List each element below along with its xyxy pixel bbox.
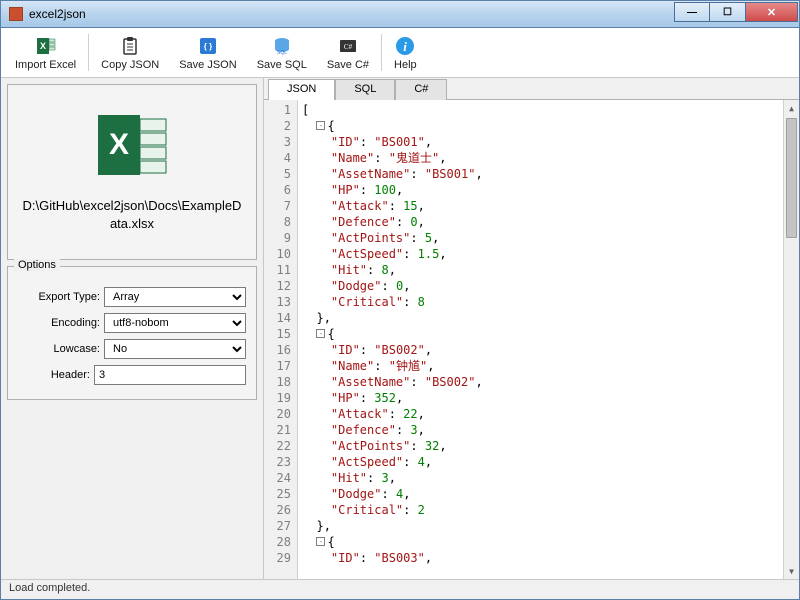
excel-large-icon: X bbox=[92, 109, 172, 181]
svg-text:X: X bbox=[40, 41, 46, 51]
sql-icon: SQL bbox=[271, 35, 293, 57]
code-editor[interactable]: 1234567891011121314151617181920212223242… bbox=[264, 100, 799, 579]
status-text: Load completed. bbox=[9, 582, 90, 594]
titlebar: excel2json — ☐ ✕ bbox=[0, 0, 800, 28]
lowcase-label: Lowcase: bbox=[18, 343, 104, 355]
fold-toggle-icon[interactable]: - bbox=[316, 537, 325, 546]
scrollbar[interactable]: ▲ ▼ bbox=[783, 100, 799, 579]
maximize-button[interactable]: ☐ bbox=[710, 2, 746, 22]
json-icon: { } bbox=[197, 35, 219, 57]
import-excel-label: Import Excel bbox=[15, 59, 76, 71]
encoding-label: Encoding: bbox=[18, 317, 104, 329]
file-path: D:\GitHub\excel2json\Docs\ExampleData.xl… bbox=[14, 197, 250, 233]
status-bar: Load completed. bbox=[1, 579, 799, 599]
header-input[interactable] bbox=[94, 365, 246, 385]
export-type-select[interactable]: Array bbox=[104, 287, 246, 307]
copy-json-label: Copy JSON bbox=[101, 59, 159, 71]
help-button[interactable]: i Help bbox=[384, 30, 427, 75]
copy-json-button[interactable]: Copy JSON bbox=[91, 30, 169, 75]
options-group: Options Export Type: Array Encoding: utf… bbox=[7, 266, 257, 400]
scroll-down-icon[interactable]: ▼ bbox=[784, 563, 799, 579]
close-button[interactable]: ✕ bbox=[746, 2, 798, 22]
tab-sql[interactable]: SQL bbox=[335, 79, 395, 100]
tabs: JSON SQL C# bbox=[264, 78, 799, 100]
fold-toggle-icon[interactable]: - bbox=[316, 121, 325, 130]
csharp-icon: C# bbox=[337, 35, 359, 57]
svg-text:X: X bbox=[109, 128, 129, 161]
lowcase-select[interactable]: No bbox=[104, 339, 246, 359]
svg-text:C#: C# bbox=[344, 43, 353, 51]
help-label: Help bbox=[394, 59, 417, 71]
tab-json[interactable]: JSON bbox=[268, 79, 335, 100]
right-panel: JSON SQL C# 1234567891011121314151617181… bbox=[263, 78, 799, 579]
clipboard-icon bbox=[119, 35, 141, 57]
tab-cs[interactable]: C# bbox=[395, 79, 447, 100]
svg-text:i: i bbox=[404, 39, 408, 54]
save-cs-button[interactable]: C# Save C# bbox=[317, 30, 379, 75]
svg-text:{ }: { } bbox=[204, 42, 212, 51]
scroll-thumb[interactable] bbox=[786, 118, 797, 238]
save-json-label: Save JSON bbox=[179, 59, 236, 71]
save-cs-label: Save C# bbox=[327, 59, 369, 71]
code-area[interactable]: [ -{ "ID": "BS001", "Name": "鬼道士", "Asse… bbox=[298, 100, 799, 579]
export-type-label: Export Type: bbox=[18, 291, 104, 303]
excel-icon: X bbox=[35, 35, 57, 57]
toolbar: X Import Excel Copy JSON { } Save JSON S… bbox=[1, 28, 799, 78]
save-sql-button[interactable]: SQL Save SQL bbox=[247, 30, 317, 75]
options-legend: Options bbox=[14, 259, 60, 271]
scroll-up-icon[interactable]: ▲ bbox=[784, 100, 799, 116]
save-sql-label: Save SQL bbox=[257, 59, 307, 71]
info-icon: i bbox=[394, 35, 416, 57]
window-title: excel2json bbox=[29, 7, 86, 21]
save-json-button[interactable]: { } Save JSON bbox=[169, 30, 246, 75]
svg-text:SQL: SQL bbox=[277, 50, 287, 56]
file-box: X D:\GitHub\excel2json\Docs\ExampleData.… bbox=[7, 84, 257, 260]
minimize-button[interactable]: — bbox=[674, 2, 710, 22]
left-panel: X D:\GitHub\excel2json\Docs\ExampleData.… bbox=[1, 78, 263, 579]
fold-toggle-icon[interactable]: - bbox=[316, 329, 325, 338]
window-buttons: — ☐ ✕ bbox=[674, 2, 798, 22]
line-gutter: 1234567891011121314151617181920212223242… bbox=[264, 100, 298, 579]
header-label: Header: bbox=[18, 369, 94, 381]
encoding-select[interactable]: utf8-nobom bbox=[104, 313, 246, 333]
app-icon bbox=[9, 7, 23, 21]
import-excel-button[interactable]: X Import Excel bbox=[5, 30, 86, 75]
